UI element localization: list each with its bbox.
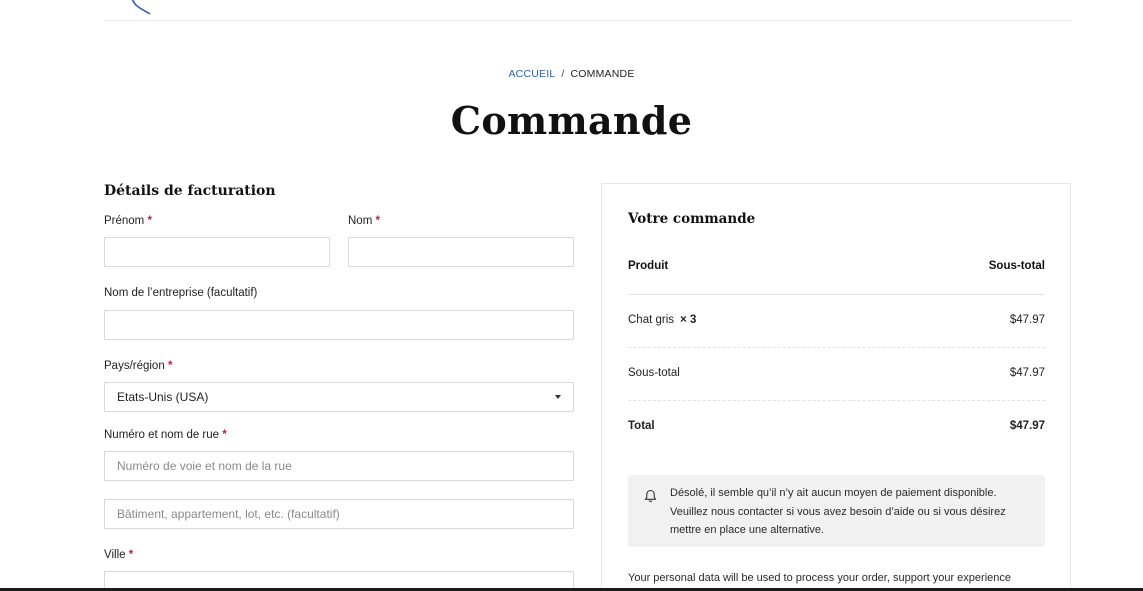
order-table-header: Produit Sous-total — [628, 260, 1045, 272]
last-name-label: Nom * — [348, 215, 380, 227]
order-item-price: $47.97 — [1009, 314, 1045, 326]
country-select-value: Etats-Unis (USA) — [117, 390, 209, 404]
billing-details: Détails de facturation Prénom * Nom * No… — [104, 183, 574, 591]
required-mark: * — [167, 360, 173, 372]
subtotal-row: Sous-total $47.97 — [628, 367, 1045, 379]
order-item-qty: × 3 — [680, 314, 697, 326]
breadcrumb: ACCUEIL / COMMANDE — [0, 68, 1143, 80]
privacy-text: Your personal data will be used to proce… — [628, 572, 1011, 584]
first-name-input[interactable] — [104, 237, 330, 267]
chevron-down-icon — [555, 395, 561, 399]
order-summary: Votre commande Produit Sous-total Chat g… — [601, 183, 1071, 591]
page-title: Commande — [450, 98, 693, 143]
site-logo[interactable] — [130, 0, 156, 18]
required-mark: * — [375, 215, 380, 227]
column-subtotal: Sous-total — [988, 260, 1045, 272]
street-address-input[interactable] — [104, 451, 574, 481]
first-name-label: Prénom * — [104, 215, 152, 227]
street-address-2-input[interactable] — [104, 499, 574, 529]
company-input[interactable] — [104, 310, 574, 340]
header-divider — [628, 294, 1045, 295]
breadcrumb-current: COMMANDE — [570, 68, 635, 80]
column-product: Produit — [628, 260, 669, 272]
bell-icon — [644, 489, 657, 502]
company-label: Nom de l’entreprise (facultatif) — [104, 287, 258, 299]
country-select[interactable]: Etats-Unis (USA) — [104, 382, 574, 412]
breadcrumb-home-link[interactable]: ACCUEIL — [508, 68, 555, 80]
order-item-name-wrap: Chat gris × 3 — [628, 314, 696, 326]
billing-title: Détails de facturation — [104, 183, 276, 199]
row-divider — [628, 400, 1045, 401]
notice-text: Désolé, il semble qu’il n’y ait aucun mo… — [670, 487, 1006, 536]
last-name-input[interactable] — [348, 237, 574, 267]
required-mark: * — [222, 429, 227, 441]
order-item-row: Chat gris × 3 $47.97 — [628, 314, 1045, 326]
order-item-name: Chat gris — [628, 314, 675, 326]
total-label: Total — [628, 420, 655, 432]
total-row: Total $47.97 — [628, 420, 1045, 432]
no-payment-notice: Désolé, il semble qu’il n’y ait aucun mo… — [628, 475, 1045, 547]
subtotal-label: Sous-total — [628, 367, 680, 379]
header-divider — [104, 20, 1071, 21]
subtotal-value: $47.97 — [1009, 367, 1045, 379]
row-divider — [628, 347, 1045, 348]
required-mark: * — [128, 549, 134, 561]
city-label: Ville * — [104, 549, 134, 561]
required-mark: * — [147, 215, 152, 227]
country-label: Pays/région * — [104, 360, 173, 372]
breadcrumb-separator: / — [561, 68, 565, 80]
order-title: Votre commande — [628, 211, 756, 227]
total-value: $47.97 — [1009, 420, 1045, 432]
street-label: Numéro et nom de rue * — [104, 429, 227, 441]
